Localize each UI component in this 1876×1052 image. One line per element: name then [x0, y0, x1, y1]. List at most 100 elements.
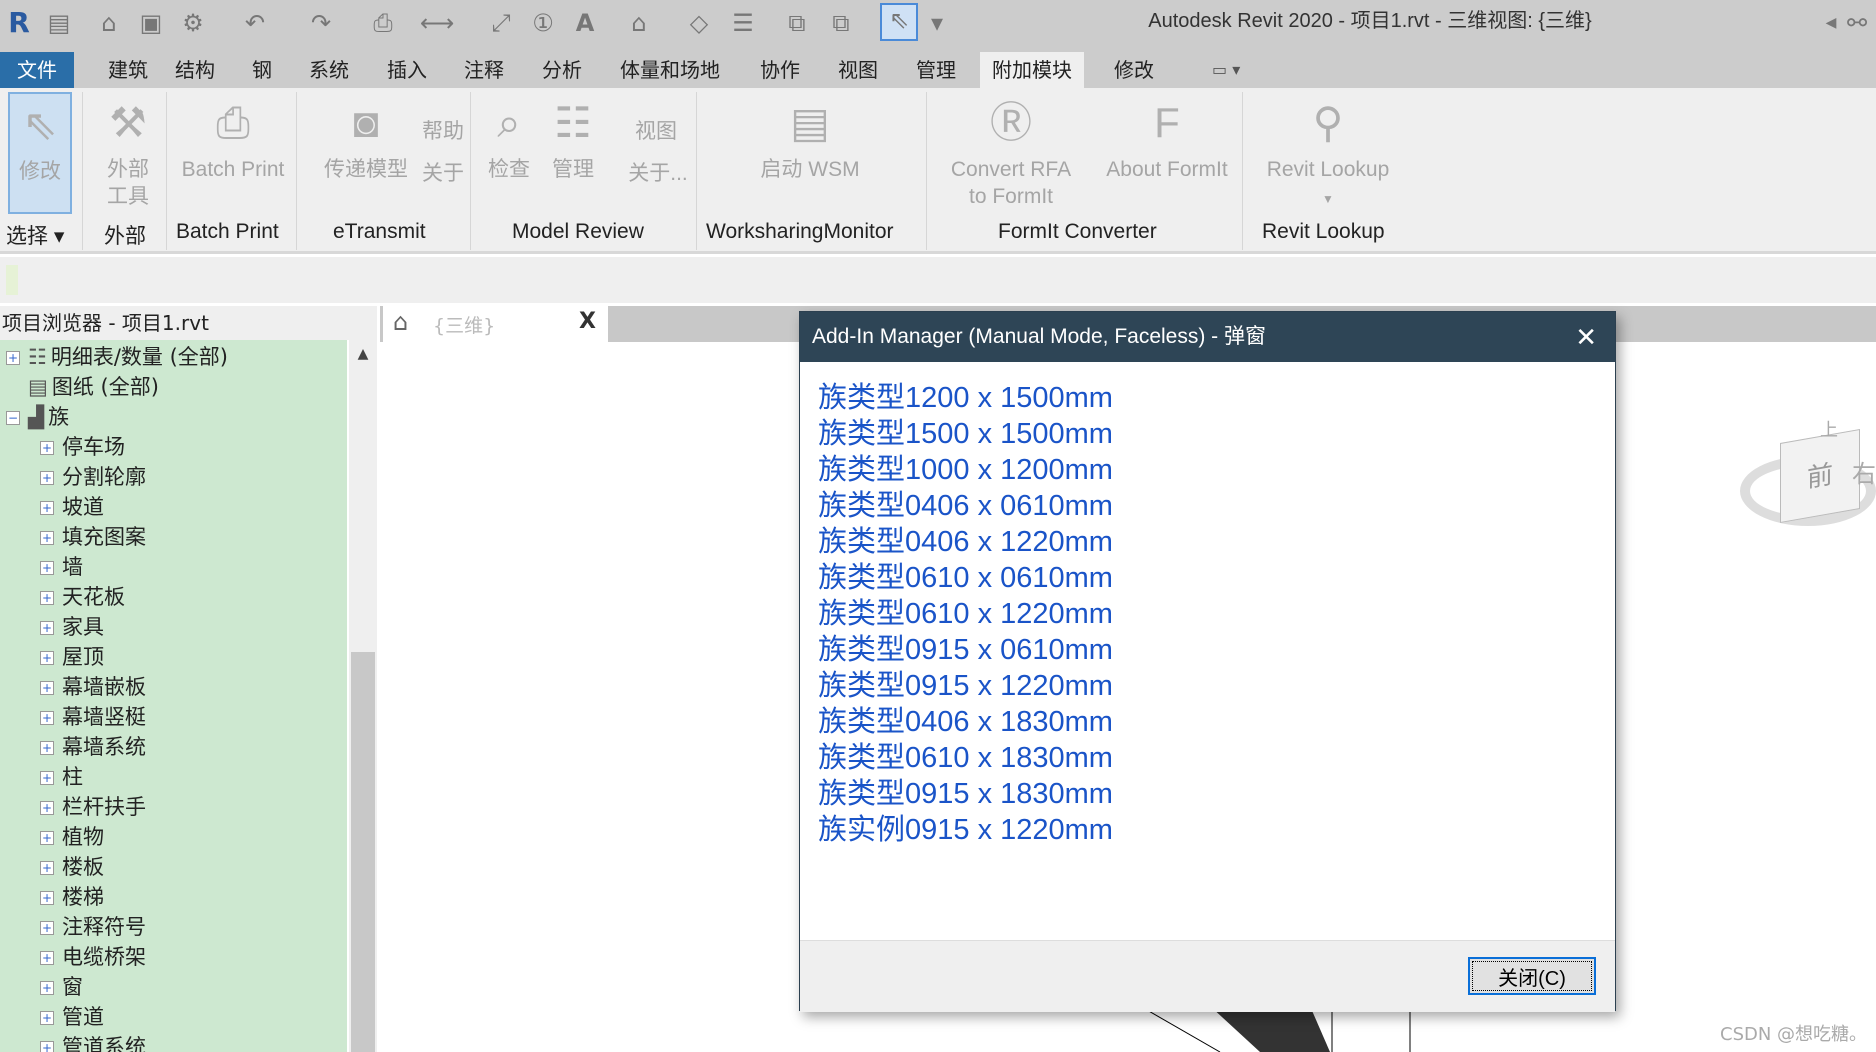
tab-architecture[interactable]: 建筑 [96, 52, 160, 88]
viewcube-top[interactable]: 上 [1820, 416, 1838, 442]
tree-item[interactable]: + 墙 [40, 552, 83, 582]
tab-manage[interactable]: 管理 [904, 52, 968, 88]
manage-button[interactable]: ☷ 管理 [546, 92, 600, 183]
about-formit-button[interactable]: F About FormIt [1098, 92, 1236, 183]
wsm-about-button[interactable]: 关于... [626, 160, 690, 187]
tab-structure[interactable]: 结构 [163, 52, 227, 88]
tree-item[interactable]: + 栏杆扶手 [40, 792, 146, 822]
switch-windows-icon[interactable]: ⧉ [826, 8, 856, 38]
dimension-icon[interactable]: ⤢ [486, 8, 516, 38]
tree-item[interactable]: + 停车场 [40, 432, 125, 462]
expand-icon[interactable]: + [40, 1041, 54, 1052]
expand-icon[interactable]: + [40, 591, 54, 605]
binoculars-icon[interactable]: ⚯ [1842, 8, 1872, 38]
tree-item[interactable]: + 窗 [40, 972, 83, 1002]
tree-item[interactable]: + 屋顶 [40, 642, 104, 672]
tree-item[interactable]: + 植物 [40, 822, 104, 852]
expand-icon[interactable]: + [40, 801, 54, 815]
dialog-close-icon[interactable]: ✕ [1575, 312, 1597, 362]
expand-icon[interactable]: + [40, 891, 54, 905]
tree-item[interactable]: + 楼梯 [40, 882, 104, 912]
expand-icon[interactable]: + [40, 951, 54, 965]
tree-item[interactable]: + 楼板 [40, 852, 104, 882]
convert-rfa-button[interactable]: Ⓡ Convert RFA to FormIt [944, 92, 1078, 210]
section-icon[interactable]: ◇ [684, 8, 714, 38]
expand-icon[interactable]: + [40, 831, 54, 845]
close-view-icon[interactable]: X [579, 309, 596, 334]
expand-icon[interactable]: + [40, 501, 54, 515]
wsm-view-button[interactable]: 视图 [626, 118, 686, 145]
redo-icon[interactable]: ↷ [306, 8, 336, 38]
minimize-ribbon-icon[interactable]: ▭ ▾ [1200, 52, 1252, 88]
tab-massing-site[interactable]: 体量和场地 [608, 52, 732, 88]
expand-icon[interactable]: + [40, 681, 54, 695]
tree-item[interactable]: + 天花板 [40, 582, 125, 612]
scroll-thumb[interactable] [351, 652, 375, 1052]
external-tools-button[interactable]: ⚒ 外部 工具 [96, 92, 160, 210]
expand-icon[interactable]: + [40, 471, 54, 485]
expand-icon[interactable]: + [40, 621, 54, 635]
etransmit-button[interactable]: ◙ 传递模型 [306, 92, 426, 183]
open-icon[interactable]: ⌂ [94, 8, 124, 38]
tree-item[interactable]: + 柱 [40, 762, 83, 792]
expand-icon[interactable]: + [40, 531, 54, 545]
expand-icon[interactable]: + [40, 1011, 54, 1025]
viewcube[interactable]: 前 上 右 [1740, 416, 1876, 546]
tree-item[interactable]: + 分割轮廓 [40, 462, 146, 492]
tab-systems[interactable]: 系统 [297, 52, 361, 88]
tree-root-item[interactable]: + ☷ 明细表/数量 (全部) [6, 342, 228, 372]
expand-icon[interactable]: + [40, 561, 54, 575]
expand-icon[interactable]: + [40, 741, 54, 755]
tab-addins[interactable]: 附加模块 [980, 52, 1084, 88]
expand-icon[interactable]: + [40, 771, 54, 785]
view-tab-3d[interactable]: ⌂ {三维} X [383, 306, 608, 342]
tab-file[interactable]: 文件 [0, 52, 74, 88]
tree-item[interactable]: + 幕墙系统 [40, 732, 146, 762]
tab-modify[interactable]: 修改 [1102, 52, 1166, 88]
print-icon[interactable]: ⎙ [368, 8, 398, 38]
customize-dropdown-icon[interactable]: ▾ [922, 8, 952, 38]
tree-item[interactable]: + 家具 [40, 612, 104, 642]
scroll-up-icon[interactable]: ▲ [349, 346, 377, 362]
expand-icon[interactable]: + [40, 981, 54, 995]
tree-item[interactable]: + 管道 [40, 1002, 104, 1032]
expand-icon[interactable]: + [40, 861, 54, 875]
properties-icon[interactable]: ▤ [44, 8, 74, 38]
viewcube-front[interactable]: 前 [1780, 428, 1860, 524]
expand-icon[interactable]: + [40, 711, 54, 725]
tree-item[interactable]: + 坡道 [40, 492, 104, 522]
expand-icon[interactable]: + [40, 921, 54, 935]
expand-icon[interactable]: + [40, 441, 54, 455]
tree-root-item[interactable]: ▤ 图纸 (全部) [6, 372, 159, 402]
mr-about-button[interactable]: 关于 [418, 160, 468, 187]
tab-collaborate[interactable]: 协作 [748, 52, 812, 88]
tree-item[interactable]: + 电缆桥架 [40, 942, 146, 972]
start-wsm-button[interactable]: ▤ 启动 WSM [740, 92, 880, 183]
batch-print-button[interactable]: ⎙ Batch Print [176, 92, 290, 183]
revit-logo[interactable]: R [4, 8, 34, 38]
text-icon[interactable]: A [570, 8, 600, 38]
tree-item[interactable]: + 填充图案 [40, 522, 146, 552]
browser-scrollbar[interactable]: ▲ [349, 340, 377, 1052]
close-hidden-icon[interactable]: ⧉ [782, 8, 812, 38]
measure-icon[interactable]: ⟷ [420, 8, 454, 38]
tab-steel[interactable]: 钢 [240, 52, 284, 88]
select-icon[interactable]: ⇖ [880, 3, 918, 41]
tree-item[interactable]: + 管道系统 [40, 1032, 146, 1052]
close-button[interactable]: 关闭(C) [1468, 957, 1596, 995]
check-button[interactable]: ⌕ 检查 [482, 92, 536, 183]
3d-view-icon[interactable]: ⌂ [624, 8, 654, 38]
tag-icon[interactable]: ① [528, 8, 558, 38]
tab-insert[interactable]: 插入 [375, 52, 439, 88]
save-icon[interactable]: ▣ [136, 8, 166, 38]
expand-icon[interactable]: + [6, 351, 20, 365]
mr-help-button[interactable]: 帮助 [418, 118, 468, 145]
tab-analyze[interactable]: 分析 [530, 52, 594, 88]
tab-view[interactable]: 视图 [826, 52, 890, 88]
sync-icon[interactable]: ⚙ [178, 8, 208, 38]
tree-item[interactable]: + 幕墙竖梃 [40, 702, 146, 732]
expand-icon[interactable]: + [40, 651, 54, 665]
tree-item[interactable]: + 注释符号 [40, 912, 146, 942]
tree-root-item[interactable]: − ▟ 族 [6, 402, 69, 432]
viewcube-right[interactable]: 右 [1852, 454, 1876, 489]
